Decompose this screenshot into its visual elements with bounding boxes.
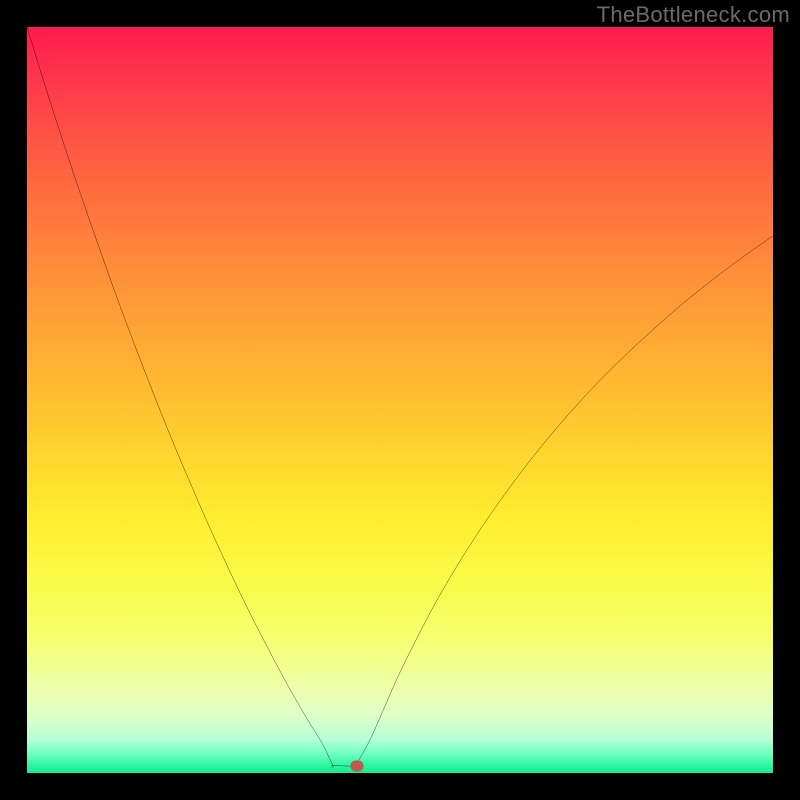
chart-frame: TheBottleneck.com [0,0,800,800]
bottleneck-curve [27,27,773,773]
plot-area [27,27,773,773]
curve-path [27,27,773,768]
watermark-text: TheBottleneck.com [597,2,790,28]
optimum-marker [351,761,364,772]
